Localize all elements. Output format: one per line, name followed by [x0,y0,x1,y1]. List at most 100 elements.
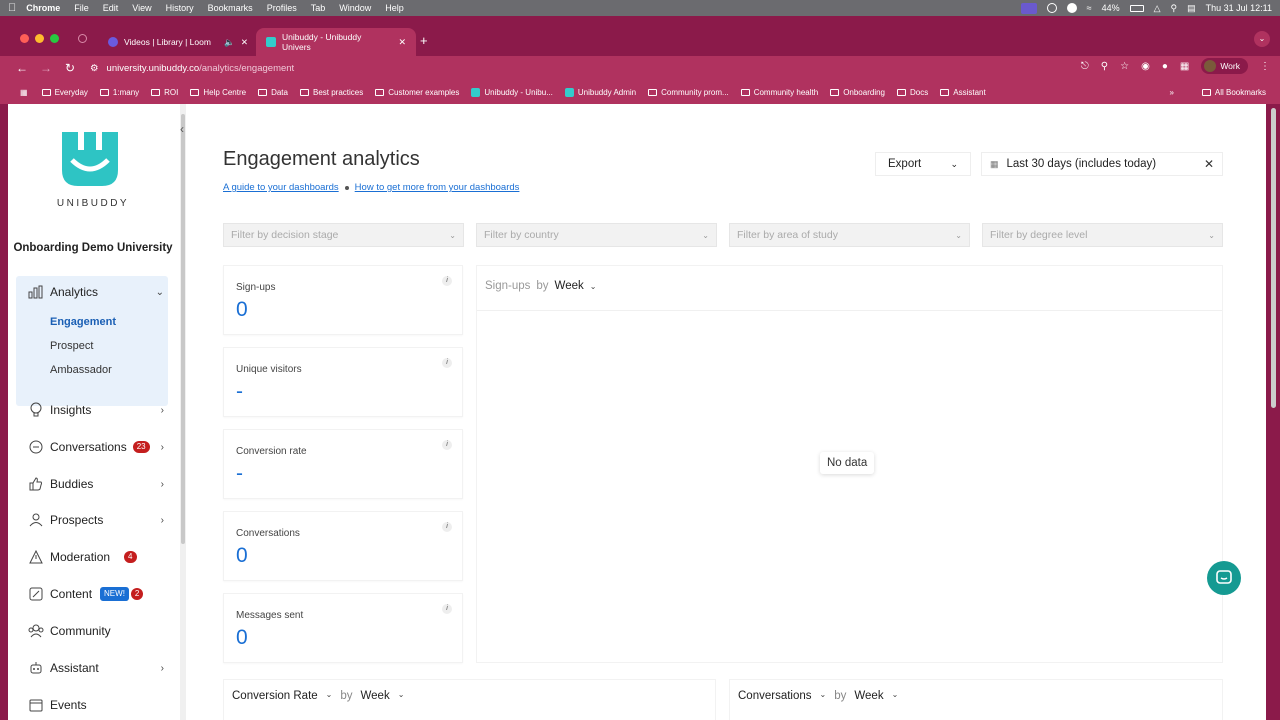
back-button[interactable]: ← [10,61,34,75]
info-icon[interactable]: i [442,604,452,614]
address-bar[interactable]: ⚙ university.unibuddy.co/analytics/engag… [90,58,1140,78]
bookmark-star-icon[interactable]: ☆ [1120,61,1129,72]
clear-date-icon[interactable]: ✕ [1204,157,1214,171]
bookmark-link[interactable]: Unibuddy Admin [564,87,636,97]
bookmark-folder[interactable]: Best practices [299,88,363,97]
status-icon[interactable] [1046,3,1057,13]
bookmark-folder[interactable]: Customer examples [375,88,459,97]
apple-icon[interactable]:  [8,2,16,14]
bookmark-folder[interactable]: ROI [151,88,178,97]
extension-camera-icon[interactable]: ◉ [1141,61,1150,72]
dashboard-guide-link[interactable]: A guide to your dashboards [223,182,339,193]
sidebar-subitem-ambassador[interactable]: Ambassador [50,364,112,376]
page-scrollbar[interactable] [1266,104,1280,720]
zoom-icon[interactable]: ⚲ [1101,61,1108,72]
tab-search-button[interactable]: ⌄ [1254,31,1270,47]
sidebar-scroll-thumb[interactable] [181,114,185,544]
sidebar-item-assistant[interactable]: Assistant › [16,656,168,680]
bookmark-folder[interactable]: Help Centre [190,88,246,97]
bookmark-folder[interactable]: Assistant [940,88,986,97]
screen-record-icon[interactable] [1020,2,1037,14]
sidebar-item-prospects[interactable]: Prospects › [16,508,168,532]
more-bookmarks-icon[interactable]: » [1170,88,1174,97]
sidebar-item-moderation[interactable]: Moderation 4 [16,545,168,569]
sidebar-item-buddies[interactable]: Buddies › [16,472,168,496]
chrome-menu-icon[interactable]: ⋮ [1260,61,1270,72]
close-window-button[interactable] [20,34,29,43]
new-tab-button[interactable]: + [420,33,428,48]
wifi-icon[interactable]: ≈ [1087,3,1092,13]
menu-bookmarks[interactable]: Bookmarks [208,3,253,13]
spotlight-icon[interactable]: ⚲ [1171,3,1178,14]
chevron-down-icon[interactable]: ⌄ [892,690,899,699]
sidebar-item-content[interactable]: Content NEW! 2 [16,582,168,606]
chevron-down-icon[interactable]: ⌄ [398,690,405,699]
sidebar-scrollbar[interactable] [180,104,186,720]
sidebar-item-events[interactable]: Events [16,693,168,717]
info-icon[interactable]: i [442,440,452,450]
filter-degree-level[interactable]: Filter by degree level ⌄ [982,223,1223,247]
chevron-down-icon[interactable]: ⌄ [326,690,333,699]
menu-view[interactable]: View [132,3,151,13]
info-icon[interactable]: i [442,358,452,368]
chart-metric-select[interactable]: Conversion Rate [232,690,318,702]
site-info-icon[interactable]: ⚙ [90,63,99,74]
menu-window[interactable]: Window [339,3,371,13]
chart-period-select[interactable]: Week [555,280,584,292]
bookmark-folder[interactable]: Data [258,88,288,97]
menu-history[interactable]: History [166,3,194,13]
apps-grid-icon[interactable]: ▦ [20,88,28,97]
chat-support-button[interactable] [1207,561,1241,595]
pause-icon[interactable] [1066,3,1077,13]
info-icon[interactable]: i [442,276,452,286]
chart-period-select[interactable]: Week [361,690,390,702]
extensions-puzzle-icon[interactable]: ▦ [1180,61,1189,72]
sidebar-subitem-engagement[interactable]: Engagement [50,316,116,328]
recording-icon[interactable] [78,34,87,43]
password-key-icon[interactable]: ⎋ [1081,61,1089,72]
bookmark-folder[interactable]: Onboarding [830,88,885,97]
datetime[interactable]: Thu 31 Jul 12:11 [1206,3,1272,13]
chart-metric-select[interactable]: Conversations [738,690,812,702]
sidebar-subitem-prospect[interactable]: Prospect [50,340,93,352]
filter-decision-stage[interactable]: Filter by decision stage ⌄ [223,223,464,247]
page-scroll-thumb[interactable] [1271,108,1276,408]
menu-file[interactable]: File [74,3,89,13]
bookmark-folder[interactable]: Docs [897,88,928,97]
battery-icon[interactable] [1129,4,1144,12]
reload-button[interactable]: ↻ [58,61,82,75]
tab-unibuddy[interactable]: Unibuddy - Unibuddy Univers ✕ [256,28,416,56]
chevron-down-icon[interactable]: ⌄ [590,282,597,291]
wifi-signal-icon[interactable]: △ [1154,3,1161,14]
minimize-window-button[interactable] [35,34,44,43]
bookmark-folder[interactable]: Everyday [41,88,88,97]
info-icon[interactable]: i [442,522,452,532]
tab-loom[interactable]: Videos | Library | Loom 🔈 ✕ [98,28,258,56]
bookmark-folder[interactable]: Community health [740,88,818,97]
profile-button[interactable]: Work [1201,58,1248,74]
sidebar-item-analytics[interactable]: Analytics ⌄ [16,280,168,304]
forward-button[interactable]: → [34,61,58,75]
speaker-icon[interactable]: 🔈 [224,37,235,48]
collapse-sidebar-icon[interactable]: ‹ [180,122,184,136]
menu-edit[interactable]: Edit [103,3,119,13]
menu-tab[interactable]: Tab [311,3,326,13]
chevron-down-icon[interactable]: ⌄ [820,690,827,699]
filter-area-of-study[interactable]: Filter by area of study ⌄ [729,223,970,247]
menu-profiles[interactable]: Profiles [267,3,297,13]
close-tab-icon[interactable]: ✕ [398,37,406,48]
close-tab-icon[interactable]: ✕ [241,37,248,48]
sidebar-item-insights[interactable]: Insights › [16,398,168,422]
sidebar-item-community[interactable]: Community [16,619,168,643]
export-button[interactable]: Export ⌄ [875,152,971,176]
chart-period-select[interactable]: Week [854,690,883,702]
all-bookmarks[interactable]: All Bookmarks [1201,88,1266,97]
menu-help[interactable]: Help [385,3,404,13]
maximize-window-button[interactable] [50,34,59,43]
bookmark-link[interactable]: Unibuddy - Unibu... [471,87,553,97]
menu-app[interactable]: Chrome [26,3,60,13]
bookmark-folder[interactable]: Community prom... [648,88,729,97]
control-center-icon[interactable]: ▤ [1187,3,1196,14]
extension-record-icon[interactable]: ● [1162,61,1168,72]
dashboard-tips-link[interactable]: How to get more from your dashboards [355,182,520,193]
